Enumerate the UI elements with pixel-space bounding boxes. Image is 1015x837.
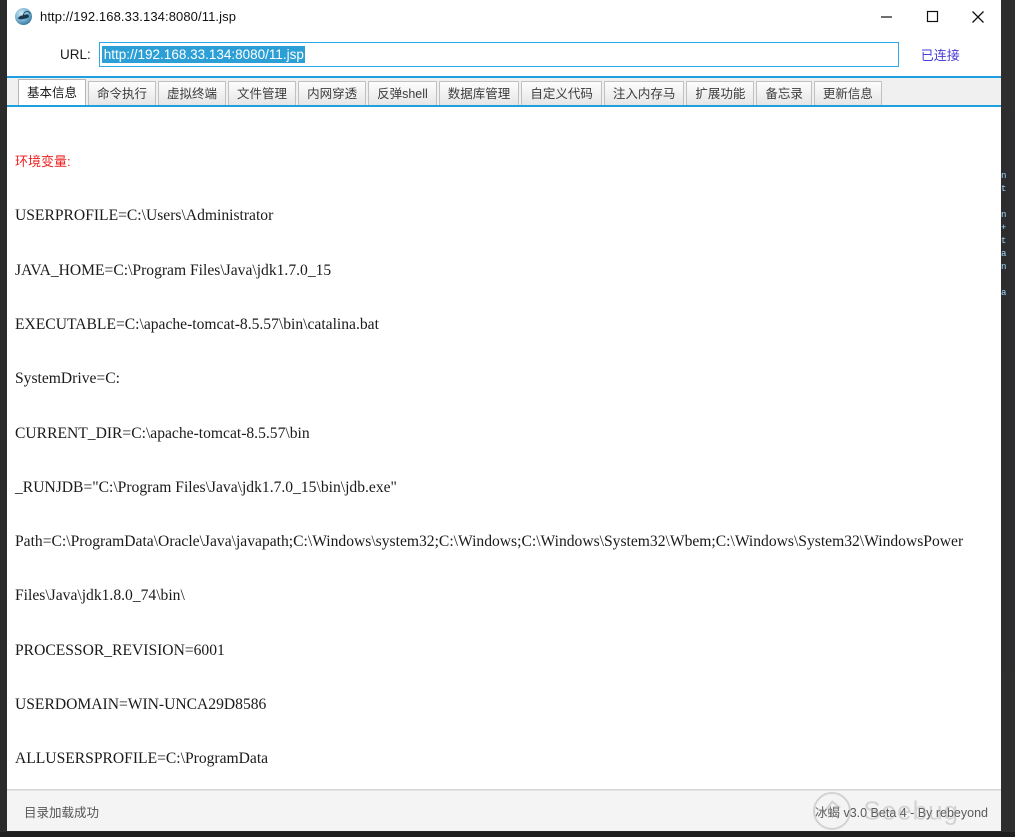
url-label: URL:: [60, 47, 91, 62]
tab-virtual-terminal[interactable]: 虚拟终端: [158, 81, 227, 105]
environment-variables-output[interactable]: 环境变量: USERPROFILE=C:\Users\Administrator…: [7, 107, 1001, 789]
connection-status-label: 已连接: [920, 48, 960, 63]
url-input[interactable]: http://192.168.33.134:8080/11.jsp: [98, 42, 899, 67]
env-line: USERDOMAIN=WIN-UNCA29D8586: [15, 695, 267, 713]
tab-strip: 基本信息 命令执行 虚拟终端 文件管理 内网穿透 反弹shell 数据库管理 自…: [7, 78, 1001, 107]
url-bar: URL: http://192.168.33.134:8080/11.jsp 已…: [7, 33, 1001, 78]
env-line: ALLUSERSPROFILE=C:\ProgramData: [15, 750, 269, 768]
env-line: USERPROFILE=C:\Users\Administrator: [15, 207, 274, 225]
tab-update-info[interactable]: 更新信息: [813, 81, 882, 105]
background-editor-strip: n t n + t a n a: [1001, 110, 1015, 670]
window-controls: [863, 0, 1001, 33]
env-line: EXECUTABLE=C:\apache-tomcat-8.5.57\bin\c…: [15, 315, 379, 333]
titlebar: http://192.168.33.134:8080/11.jsp: [7, 0, 1001, 33]
env-line: JAVA_HOME=C:\Program Files\Java\jdk1.7.0…: [15, 261, 332, 279]
tab-intranet-tunnel[interactable]: 内网穿透: [298, 81, 367, 105]
tab-file-manager[interactable]: 文件管理: [228, 81, 297, 105]
minimize-button[interactable]: [863, 0, 909, 33]
tab-memory-shell-inject[interactable]: 注入内存马: [603, 81, 685, 105]
tab-reverse-shell[interactable]: 反弹shell: [368, 81, 437, 105]
maximize-button[interactable]: [909, 0, 955, 33]
close-button[interactable]: [955, 0, 1001, 33]
status-bar: 目录加载成功 Seebug 冰蝎 v3.0 Beta 4 - By rebeyo…: [7, 790, 1001, 831]
env-line: Path=C:\ProgramData\Oracle\Java\javapath…: [15, 533, 964, 551]
version-label: 冰蝎 v3.0 Beta 4 - By rebeyond: [814, 805, 988, 820]
url-input-value[interactable]: http://192.168.33.134:8080/11.jsp: [101, 46, 305, 63]
tab-command-exec[interactable]: 命令执行: [88, 81, 157, 105]
tab-basic-info[interactable]: 基本信息: [18, 79, 87, 105]
beetle-icon: [15, 8, 32, 25]
env-line: _RUNJDB="C:\Program Files\Java\jdk1.7.0_…: [15, 478, 397, 496]
desktop-left-strip: [0, 0, 7, 837]
env-line: SystemDrive=C:: [15, 370, 120, 388]
tab-extensions[interactable]: 扩展功能: [686, 81, 755, 105]
tab-database-manager[interactable]: 数据库管理: [438, 81, 520, 105]
status-message: 目录加载成功: [24, 805, 100, 820]
env-line: Files\Java\jdk1.8.0_74\bin\: [15, 587, 185, 605]
screen-root: n t n + t a n a http://192.168.33.134:80…: [0, 0, 1015, 837]
env-heading: 环境变量:: [15, 154, 71, 170]
content-panel: 环境变量: USERPROFILE=C:\Users\Administrator…: [7, 107, 1001, 790]
desktop-bottom-strip: [0, 832, 1015, 837]
env-line: PROCESSOR_REVISION=6001: [15, 641, 225, 659]
application-window: http://192.168.33.134:8080/11.jsp URL: h…: [7, 0, 1001, 831]
tab-memo[interactable]: 备忘录: [756, 81, 812, 105]
window-title: http://192.168.33.134:8080/11.jsp: [40, 9, 237, 24]
env-line: CURRENT_DIR=C:\apache-tomcat-8.5.57\bin: [15, 424, 310, 442]
tab-custom-code[interactable]: 自定义代码: [521, 81, 602, 105]
